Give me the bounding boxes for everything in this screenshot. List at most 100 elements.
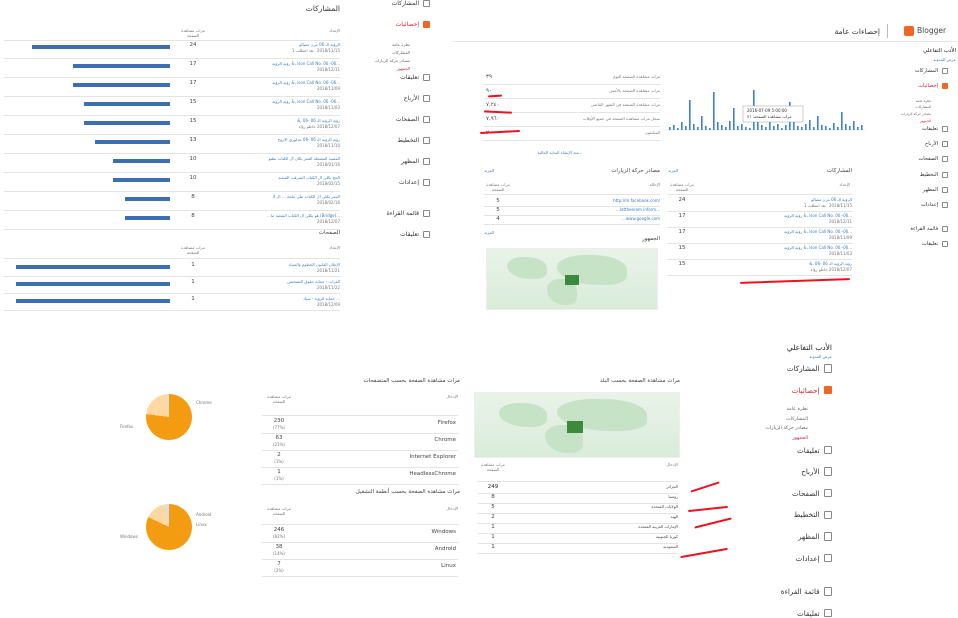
country-name: الهند — [670, 514, 678, 519]
nav-item-10[interactable]: المظهر — [880, 187, 948, 193]
nav-item-8[interactable]: الصفحات — [736, 489, 832, 498]
views-pct: (1%) — [274, 459, 284, 464]
nav-item-0[interactable]: المشاركات — [350, 0, 430, 7]
nav-item-11[interactable]: إعدادات — [350, 179, 430, 186]
nav-icon — [423, 0, 430, 7]
nav-label: إعدادات — [921, 202, 939, 209]
nav-item-12[interactable]: قائمة القراءة — [880, 226, 948, 232]
nav-item-7[interactable]: الأرباح — [350, 95, 430, 102]
page-link[interactable]: ... حماية الرؤية - سياد — [220, 296, 340, 301]
nav-item-6[interactable]: تعليقات — [736, 446, 832, 455]
nav-item-3[interactable]: المشاركات — [350, 50, 410, 55]
row-divider — [4, 115, 340, 116]
nav-item-11[interactable]: إعدادات — [736, 554, 832, 563]
views-bar — [113, 178, 170, 182]
nav-item-4[interactable]: مصادر حركة الزيارات — [350, 58, 411, 63]
post-link[interactable]: رؤية الرؤية الـ 06 -06 ,& — [220, 118, 340, 123]
nav-item-8[interactable]: الصفحات — [350, 116, 430, 123]
os-heading: مرات مشاهدة الصفحة بحسب أنظمة التشغيل — [355, 489, 460, 495]
post-link[interactable]: ...ison Call No. 06 -06 ,& رؤية الرؤية — [730, 213, 852, 218]
post-link[interactable]: رؤية الرؤية الـ 06 -06 عدلوري الاروح — [220, 137, 340, 142]
audience-more[interactable]: المزيد — [484, 230, 494, 235]
nav-item-1[interactable]: إحصائيات — [880, 83, 948, 89]
chart-bar — [857, 127, 859, 130]
os-col-views: مرات مشاهدة الصفحة — [267, 506, 291, 516]
nav-item-4[interactable]: مصادر حركة الزيارات — [880, 112, 931, 116]
stat-value: ٧,٢٤٠ — [486, 102, 500, 108]
nav-item-6[interactable]: تعليقات — [880, 126, 948, 132]
nav-item-2[interactable]: نظرة عامة — [880, 99, 931, 103]
chart-bar — [853, 121, 855, 130]
nav-item-10[interactable]: المظهر — [350, 158, 430, 165]
nav-item-11[interactable]: إعدادات — [880, 202, 948, 208]
nav-label: نظرة عامة — [786, 407, 808, 413]
nav-item-0[interactable]: المشاركات — [880, 68, 948, 74]
nav-item-5[interactable]: الجمهور — [736, 436, 808, 441]
chart-note[interactable]: ...منذ الإنشاء البداية الحالية — [480, 150, 640, 155]
nav-item-3[interactable]: المشاركات — [736, 417, 808, 422]
post-link[interactable]: ...ison Call No. 06 -06 ,& رؤية الرؤية — [220, 80, 340, 85]
bottom-blog-name[interactable]: الأدب التفاعلي — [720, 343, 832, 352]
post-link[interactable]: ...ison Call No. 06 -06 ,& رؤية الرؤية — [220, 99, 340, 104]
nav-item-6[interactable]: تعليقات — [350, 74, 430, 81]
audience-map — [486, 248, 658, 310]
sources-more[interactable]: المزيد — [484, 168, 494, 173]
nav-item-7[interactable]: الأرباح — [880, 141, 948, 147]
nav-item-0[interactable]: المشاركات — [736, 364, 832, 373]
nav-item-2[interactable]: نظرة عامة — [736, 407, 808, 412]
nav-icon — [942, 141, 948, 148]
nav-icon — [942, 125, 948, 132]
nav-item-10[interactable]: المظهر — [736, 532, 832, 541]
page-title[interactable]: إحصاءات عامة — [790, 27, 880, 36]
nav-item-13[interactable]: تعليقات — [350, 231, 430, 238]
post-link[interactable]: ...ison Call No. 06 -06 ,& رؤية الرؤية — [220, 61, 340, 66]
source-link[interactable]: http://m.facebook.com/ — [540, 198, 660, 203]
nav-item-1[interactable]: إحصائيات — [736, 386, 832, 395]
views-count: 8 — [491, 494, 495, 500]
source-link[interactable]: ...www.google.com — [540, 216, 660, 221]
post-link[interactable]: المصيد المشعلة المعر بكان ال الكتاب نطنو — [220, 156, 340, 161]
views-count: 15 — [678, 261, 686, 267]
post-link[interactable]: رؤية الرؤية الـ 06 -06 ,& — [730, 261, 852, 266]
page-link[interactable]: الإعلان القانون الخطوم والسياد — [220, 262, 340, 267]
post-link[interactable]: الرؤية الـ 06 مرن مصالو — [220, 42, 340, 47]
chart-bar — [765, 127, 767, 130]
nav-item-7[interactable]: الأرباح — [736, 467, 832, 476]
nav-item-12[interactable]: قائمة القراءة — [350, 210, 430, 217]
post-link[interactable]: الحج بكلى ال الكتاب الشرقت الشعبة — [220, 175, 340, 180]
col-views: مرات مشاهدة الصفحة — [181, 28, 205, 38]
nav-item-4[interactable]: مصادر حركة الزيارات — [736, 426, 808, 431]
nav-item-13[interactable]: تعليقات — [880, 241, 948, 247]
nav-item-2[interactable]: نظرة عامة — [350, 42, 410, 47]
blog-name[interactable]: الأدب التفاعلي — [890, 48, 956, 54]
post-link[interactable]: ...ison Call No. 06 -06 ,& رؤية الرؤية — [730, 229, 852, 234]
chart-bar — [681, 122, 683, 130]
bottom-view-blog-link[interactable]: عرض المدونة — [760, 354, 832, 359]
red-mark — [740, 278, 850, 284]
stat-value: ٩٠ — [486, 88, 492, 94]
page-link[interactable]: الفرات - حماية حقوق التشخيص — [220, 279, 340, 284]
post-link[interactable]: ...(Bridge) هو بكلى ال الكتاب الشعبة ما.… — [220, 213, 340, 218]
nav-item-5[interactable]: الجمهور — [880, 119, 931, 123]
nav-item-3[interactable]: المشاركات — [880, 105, 931, 109]
nav-item-8[interactable]: الصفحات — [880, 156, 948, 162]
views-count: 246 — [273, 527, 285, 533]
nav-item-12[interactable]: قائمة القراءة — [736, 587, 832, 596]
chart-bar — [717, 122, 719, 130]
tooltip-value: مرات مشاهدة الصفحة: ٧٦ — [747, 114, 791, 119]
nav-item-9[interactable]: التخطيط — [736, 510, 832, 519]
nav-label: المظهر — [922, 187, 939, 193]
post-link[interactable]: العمر بكلى ال الكتاب على ملحة ... ال 4 — [220, 194, 340, 199]
nav-item-1[interactable]: إحصائيات — [350, 21, 430, 28]
post-link[interactable]: الرؤية الـ 06 مرن مصالو — [730, 197, 852, 202]
nav-item-9[interactable]: التخطيط — [350, 137, 430, 144]
nav-item-9[interactable]: التخطيط — [880, 172, 948, 178]
source-link[interactable]: ...lattheorem.inform... — [540, 207, 660, 212]
nav-icon — [823, 609, 832, 618]
top-posts-more[interactable]: المزيد — [668, 168, 678, 173]
nav-item-13[interactable]: تعليقات — [736, 609, 832, 618]
nav-label: الصفحات — [791, 488, 820, 498]
post-link[interactable]: ...ison Call No. 06 -06 ,& رؤية الرؤية — [730, 245, 852, 250]
view-blog-link[interactable]: عرض المدونة — [900, 57, 956, 62]
nav-item-5[interactable]: الجمهور — [350, 66, 410, 71]
